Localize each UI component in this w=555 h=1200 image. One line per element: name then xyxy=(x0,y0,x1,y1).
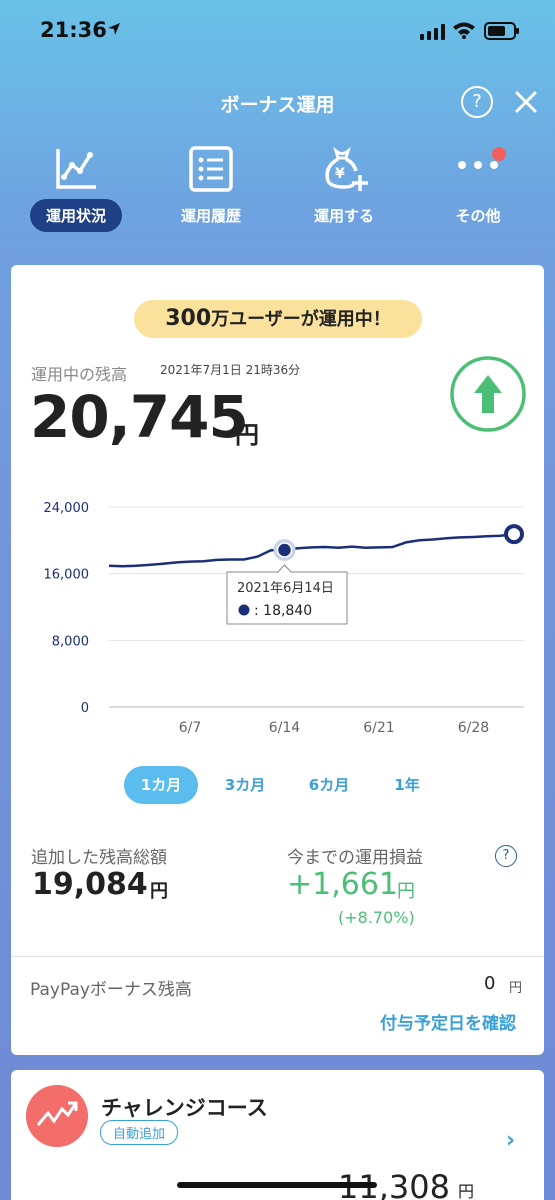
course-card[interactable]: チャレンジコース 自動追加 › 11,308 円 xyxy=(11,1070,544,1200)
balance-unit: 円 xyxy=(235,421,259,449)
y-tick-label: 16,000 xyxy=(44,568,90,583)
schedule-link[interactable]: 付与予定日を確認 xyxy=(380,1009,516,1034)
users-banner: 300万ユーザーが運用中！ xyxy=(134,300,422,338)
x-tick-label: 6/28 xyxy=(458,720,489,736)
tab-invest[interactable]: ¥ 運用する xyxy=(279,145,409,232)
range-1y-button[interactable]: 1年 xyxy=(370,766,444,804)
users-count: 300 xyxy=(165,306,212,331)
added-amount: 19,084 xyxy=(32,867,148,902)
added-label: 追加した残高総額 xyxy=(31,848,167,868)
svg-text:¥: ¥ xyxy=(335,166,345,182)
location-arrow-icon xyxy=(108,23,120,35)
list-icon xyxy=(189,146,233,192)
added-unit: 円 xyxy=(150,881,168,902)
selected-point xyxy=(276,542,293,558)
home-indicator xyxy=(177,1182,377,1188)
range-1m-button[interactable]: 1カ月 xyxy=(124,766,198,804)
pl-unit: 円 xyxy=(397,881,415,902)
users-suffix: 万ユーザーが運用中！ xyxy=(211,309,391,330)
course-title: チャレンジコース xyxy=(101,1096,268,1120)
bonus-value: 0 xyxy=(484,973,496,994)
pl-label: 今までの運用損益 xyxy=(287,848,423,868)
x-tick-label: 6/21 xyxy=(363,720,394,736)
money-bag-add-icon: ¥ xyxy=(325,146,368,191)
cellular-signal-icon xyxy=(420,24,445,40)
pl-percent: (+8.70%) xyxy=(338,908,415,927)
chevron-right-icon[interactable]: › xyxy=(506,1128,515,1153)
tab-status-label: 運用状況 xyxy=(29,199,122,232)
tooltip-value: : 18,840 xyxy=(254,603,312,619)
help-button[interactable]: ? xyxy=(461,86,493,118)
trend-up-icon xyxy=(26,1085,88,1147)
pl-amount: +1,661 xyxy=(287,867,399,902)
tooltip-arrow xyxy=(277,564,292,573)
balance-line-chart[interactable]: 24,000 16,000 8,000 0 6/7 6/14 6/21 6/28 2021年6月… xyxy=(11,490,544,740)
balance-amount: 20,745 xyxy=(30,383,249,451)
x-tick-label: 6/14 xyxy=(269,720,301,736)
y-tick-label: 8,000 xyxy=(52,634,89,649)
status-bar: 21:36 xyxy=(0,0,555,62)
pl-help-icon[interactable]: ? xyxy=(495,845,517,867)
balance-card: 300万ユーザーが運用中！ 運用中の残高 2021年7月1日 21時36分 20… xyxy=(11,265,544,1055)
balance-date: 2021年7月1日 21時36分 xyxy=(160,363,301,377)
tab-status[interactable]: 運用状況 xyxy=(11,145,141,232)
close-icon[interactable] xyxy=(512,88,540,116)
y-tick-label: 0 xyxy=(81,701,89,716)
tooltip-marker xyxy=(238,604,250,616)
range-3m-button[interactable]: 3カ月 xyxy=(208,766,282,804)
y-tick-label: 24,000 xyxy=(44,501,90,516)
course-unit: 円 xyxy=(458,1182,475,1200)
bonus-unit: 円 xyxy=(509,981,523,996)
battery-icon xyxy=(484,22,519,40)
tab-invest-label: 運用する xyxy=(313,207,374,225)
tab-history[interactable]: 運用履歴 xyxy=(146,145,276,232)
x-tick-label: 6/7 xyxy=(179,720,202,736)
tab-history-label: 運用履歴 xyxy=(180,207,241,225)
tab-more[interactable]: その他 xyxy=(413,145,543,232)
wifi-icon xyxy=(453,22,475,39)
latest-point xyxy=(504,524,524,545)
up-arrow-icon xyxy=(450,356,526,432)
series-line xyxy=(108,532,515,568)
status-time: 21:36 xyxy=(40,18,107,42)
bonus-label: PayPayボーナス残高 xyxy=(30,980,192,1000)
chart-line-icon xyxy=(56,149,96,189)
notification-badge xyxy=(492,147,506,161)
balance-label: 運用中の残高 xyxy=(31,365,128,384)
tab-more-label: その他 xyxy=(455,207,501,225)
range-6m-button[interactable]: 6カ月 xyxy=(292,766,366,804)
tooltip-date: 2021年6月14日 xyxy=(237,581,334,596)
auto-add-tag: 自動追加 xyxy=(100,1120,179,1145)
divider xyxy=(11,956,544,957)
